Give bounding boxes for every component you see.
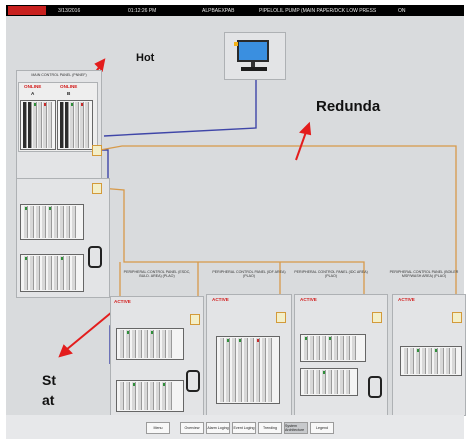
peripheral-3-rack-1[interactable]: [300, 334, 366, 362]
io-rack-2[interactable]: [20, 254, 84, 292]
annotation-st: St: [42, 372, 56, 388]
peripheral-2-title: PERIPHERAL CONTROL PANEL (IDF AREA) (PLA…: [212, 270, 286, 278]
cable-coil-icon: [88, 246, 102, 268]
navigation-toolbar: Menu Overview Alarm Loging Event Loging …: [6, 415, 464, 439]
arrow-standby: [65, 311, 113, 351]
controller-rack-a[interactable]: [20, 100, 56, 150]
network-switch-icon[interactable]: [92, 145, 102, 156]
peripheral-4-title: PERIPHERAL CONTROL PANEL (BOILER MSP/WAS…: [389, 270, 459, 278]
peripheral-4-rack[interactable]: [400, 346, 462, 376]
network-switch-icon[interactable]: [372, 312, 382, 323]
annotation-hot: Hot: [136, 52, 155, 64]
redundancy-line-top: [99, 145, 457, 304]
peripheral-3-title: PERIPHERAL CONTROL PANEL (IDC AREA) (PLA…: [294, 270, 368, 278]
event-loging-button[interactable]: Event Loging: [232, 422, 256, 434]
overview-button[interactable]: Overview: [180, 422, 204, 434]
online-a-letter: A: [31, 91, 35, 96]
peripheral-4-status: ACTIVE: [398, 297, 415, 302]
arrow-redunda-head: [299, 121, 312, 136]
peripheral-1-rack-1[interactable]: [116, 328, 184, 360]
main-panel-title: MAIN CONTROL PANEL (PNNEF): [31, 73, 87, 77]
workstation-panel[interactable]: [224, 32, 286, 80]
cable-coil-icon: [368, 376, 382, 398]
online-b-letter: B: [67, 91, 71, 96]
network-switch-icon[interactable]: [276, 312, 286, 323]
computer-monitor-icon: [234, 40, 269, 71]
peripheral-3-rack-2[interactable]: [300, 368, 358, 396]
annotation-at: at: [42, 392, 55, 408]
annotation-redunda: Redunda: [316, 98, 381, 115]
peripheral-1-rack-2[interactable]: [116, 380, 184, 412]
peripheral-1-title: PERIPHERAL CONTROL PANEL (ESDC, BULD. AR…: [123, 270, 191, 278]
peripheral-2-rack[interactable]: [216, 336, 280, 404]
online-b-label: ONLINE: [60, 84, 78, 89]
menu-button[interactable]: Menu: [146, 422, 170, 434]
network-switch-icon[interactable]: [452, 312, 462, 323]
system-architecture-button[interactable]: System Architecture: [284, 422, 308, 434]
io-rack-1[interactable]: [20, 204, 84, 240]
network-switch-icon[interactable]: [190, 314, 200, 325]
trending-button[interactable]: Trending: [258, 422, 282, 434]
peripheral-3-status: ACTIVE: [300, 297, 317, 302]
peripheral-2-status: ACTIVE: [212, 297, 229, 302]
controller-rack-b[interactable]: [57, 100, 93, 150]
network-switch-icon[interactable]: [92, 183, 102, 194]
alarm-loging-button[interactable]: Alarm Loging: [206, 422, 230, 434]
cable-coil-icon: [186, 370, 200, 392]
peripheral-1-status: ACTIVE: [114, 299, 131, 304]
network-line-workstation: [103, 78, 257, 137]
redundancy-line-mid: [99, 187, 365, 304]
legend-button[interactable]: Legend: [310, 422, 334, 434]
online-a-label: ONLINE: [24, 84, 42, 89]
